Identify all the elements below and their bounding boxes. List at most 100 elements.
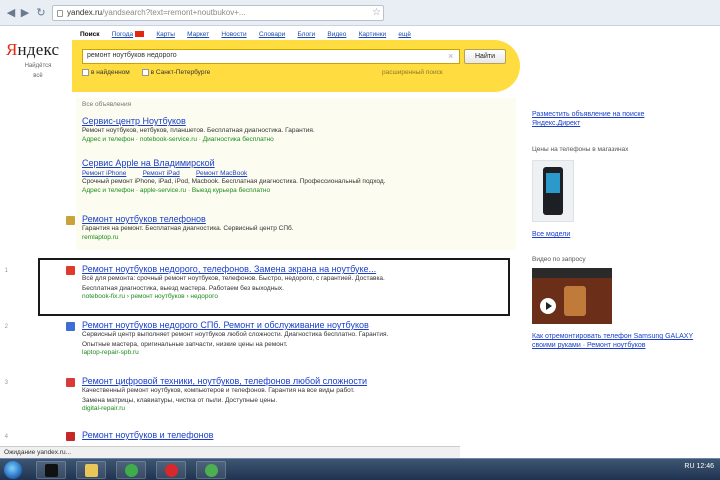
video-caption[interactable]: своими руками · Ремонт ноутбуков: [532, 341, 645, 350]
video-header: Видео по запросу: [532, 256, 586, 263]
taskbar-cmd-icon[interactable]: [36, 461, 66, 479]
service-maps[interactable]: Карты: [156, 31, 175, 38]
result-number: 1: [4, 268, 8, 274]
ad-url[interactable]: Адрес и телефон · apple-service.ru · Вые…: [82, 187, 512, 196]
result-item: Ремонт цифровой техники, ноутбуков, теле…: [82, 376, 512, 414]
result-title[interactable]: Ремонт ноутбуков недорого СПб. Ремонт и …: [82, 320, 512, 330]
clear-search-icon[interactable]: ×: [448, 51, 453, 61]
service-blogs[interactable]: Блоги: [297, 31, 315, 38]
sitelink[interactable]: Ремонт iPhone: [82, 170, 126, 177]
logo-tagline-2: всё: [33, 73, 43, 79]
result-number: 4: [4, 434, 8, 440]
result-item: Ремонт ноутбуков и телефонов: [82, 430, 512, 440]
ad-item: Сервис Apple на Владимирской Ремонт iPho…: [82, 158, 512, 195]
ad-title[interactable]: Сервис-центр Ноутбуков: [82, 116, 512, 126]
search-options: в найденном в Санкт-Петербурге: [82, 69, 220, 76]
search-input[interactable]: ремонт ноутбуков недорого: [82, 49, 460, 64]
result-number: 3: [4, 380, 8, 386]
ad-snippet: Гарантия на ремонт. Бесплатная диагности…: [82, 225, 294, 232]
service-images[interactable]: Картинки: [359, 31, 387, 38]
url-domain: yandex.ru: [67, 8, 103, 17]
result-title[interactable]: Ремонт цифровой техники, ноутбуков, теле…: [82, 376, 512, 386]
result-url[interactable]: digital-repair.ru: [82, 405, 512, 414]
video-thumbnail[interactable]: [532, 268, 612, 324]
phone-thumbnail[interactable]: [532, 160, 574, 222]
video-frame-object: [564, 286, 586, 316]
result-title[interactable]: Ремонт ноутбуков и телефонов: [82, 430, 512, 440]
address-bar[interactable]: yandex.ru/yandsearch?text=remont+noutbuk…: [52, 5, 384, 21]
option-in-found[interactable]: в найденном: [82, 69, 130, 76]
service-news[interactable]: Новости: [221, 31, 246, 38]
result-snippet: Опытные мастера, оригинальные запчасти, …: [82, 340, 288, 348]
result-favicon-icon: [66, 322, 75, 331]
ad-item: Ремонт ноутбуков телефонов Гарантия на р…: [82, 214, 512, 242]
result-url[interactable]: notebook-fix.ru › ремонт ноутбуков › нед…: [82, 293, 512, 302]
advanced-search-link[interactable]: расширенный поиск: [382, 69, 443, 76]
status-bar: Ожидание yandex.ru...: [0, 446, 460, 458]
ad-title[interactable]: Сервис Apple на Владимирской: [82, 158, 512, 168]
result-number: 2: [4, 324, 8, 330]
url-path: /yandsearch?text=remont+noutbukov+...: [102, 8, 246, 17]
services-nav: Поиск Погода Карты Маркет Новости Словар…: [80, 29, 421, 39]
system-tray-clock[interactable]: RU 12:46: [684, 463, 714, 470]
result-favicon-icon: [66, 266, 75, 275]
result-snippet: Всё для ремонта: срочный ремонт ноутбуко…: [82, 275, 385, 282]
result-url[interactable]: laptop-repair-spb.ru: [82, 349, 512, 358]
hot-badge-icon: [135, 31, 145, 38]
reload-icon[interactable]: ↻: [34, 6, 48, 20]
right-ad-link[interactable]: Разместить объявление на поиске: [532, 110, 644, 119]
service-search[interactable]: Поиск: [80, 31, 100, 38]
taskbar-chrome-icon[interactable]: [196, 461, 226, 479]
phone-screen-icon: [546, 173, 560, 193]
taskbar: RU 12:46: [0, 458, 720, 480]
result-item: Ремонт ноутбуков недорого, телефонов. За…: [82, 264, 512, 302]
taskbar-explorer-icon[interactable]: [76, 461, 106, 479]
play-icon[interactable]: [540, 298, 556, 314]
service-dictionaries[interactable]: Словари: [259, 31, 285, 38]
ad-snippet: Срочный ремонт iPhone, iPad, iPod, Macbo…: [82, 178, 386, 185]
logo-tagline-1: Найдётся: [24, 63, 52, 69]
taskbar-opera-icon[interactable]: [156, 461, 186, 479]
ad-title[interactable]: Ремонт ноутбуков телефонов: [82, 214, 512, 224]
taskbar-app-icon[interactable]: [116, 461, 146, 479]
browser-toolbar: ◀ ▶ ↻ yandex.ru/yandsearch?text=remont+n…: [0, 0, 720, 26]
phone-models-link[interactable]: Все модели: [532, 230, 570, 239]
ad-sitelinks: Ремонт iPhone Ремонт iPad Ремонт MacBook: [82, 168, 512, 177]
ad-item: Сервис-центр Ноутбуков Ремонт ноутбуков,…: [82, 116, 512, 144]
market-header: Цены на телефоны в магазинах: [532, 146, 629, 153]
forward-arrow-icon[interactable]: ▶: [18, 6, 32, 20]
ad-favicon-icon: [66, 216, 75, 225]
result-snippet: Бесплатная диагностика, выезд мастера. Р…: [82, 284, 284, 292]
logo-wordmark: Яндекс: [6, 40, 60, 59]
back-arrow-icon[interactable]: ◀: [4, 6, 18, 20]
service-video[interactable]: Видео: [327, 31, 346, 38]
result-favicon-icon: [66, 432, 75, 441]
video-caption[interactable]: Как отремонтировать телефон Samsung GALA…: [532, 332, 693, 341]
result-snippet: Качественный ремонт ноутбуков, компьютер…: [82, 387, 355, 394]
ad-snippet: Ремонт ноутбуков, нетбуков, планшетов. Б…: [82, 127, 315, 134]
result-item: Ремонт ноутбуков недорого СПб. Ремонт и …: [82, 320, 512, 358]
result-favicon-icon: [66, 378, 75, 387]
sitelink[interactable]: Ремонт MacBook: [196, 170, 247, 177]
sitelink[interactable]: Ремонт iPad: [143, 170, 180, 177]
start-button-icon[interactable]: [4, 461, 22, 479]
result-snippet: Сервисный центр выполняет ремонт ноутбук…: [82, 331, 389, 338]
search-button[interactable]: Найти: [464, 49, 506, 64]
search-band: [72, 40, 520, 92]
ad-url[interactable]: Адрес и телефон · notebook-service.ru · …: [82, 136, 512, 145]
result-snippet: Замена матрицы, клавиатуры, чистка от пы…: [82, 396, 278, 404]
result-title[interactable]: Ремонт ноутбуков недорого, телефонов. За…: [82, 264, 512, 274]
checkbox-icon[interactable]: [82, 69, 89, 76]
bookmark-star-icon[interactable]: ☆: [372, 7, 381, 18]
page-icon: [57, 10, 63, 17]
option-region[interactable]: в Санкт-Петербурге: [141, 69, 210, 76]
video-top-bar: [532, 268, 612, 278]
service-market[interactable]: Маркет: [187, 31, 209, 38]
ads-header[interactable]: Все объявления: [82, 101, 131, 108]
service-more[interactable]: ещё: [398, 31, 411, 38]
right-ad-link[interactable]: Яндекс.Директ: [532, 119, 580, 128]
yandex-logo[interactable]: Яндекс Найдётся всё: [6, 40, 70, 90]
checkbox-icon[interactable]: [141, 69, 149, 76]
ad-url[interactable]: remlaptop.ru: [82, 234, 512, 243]
service-weather[interactable]: Погода: [112, 31, 145, 38]
